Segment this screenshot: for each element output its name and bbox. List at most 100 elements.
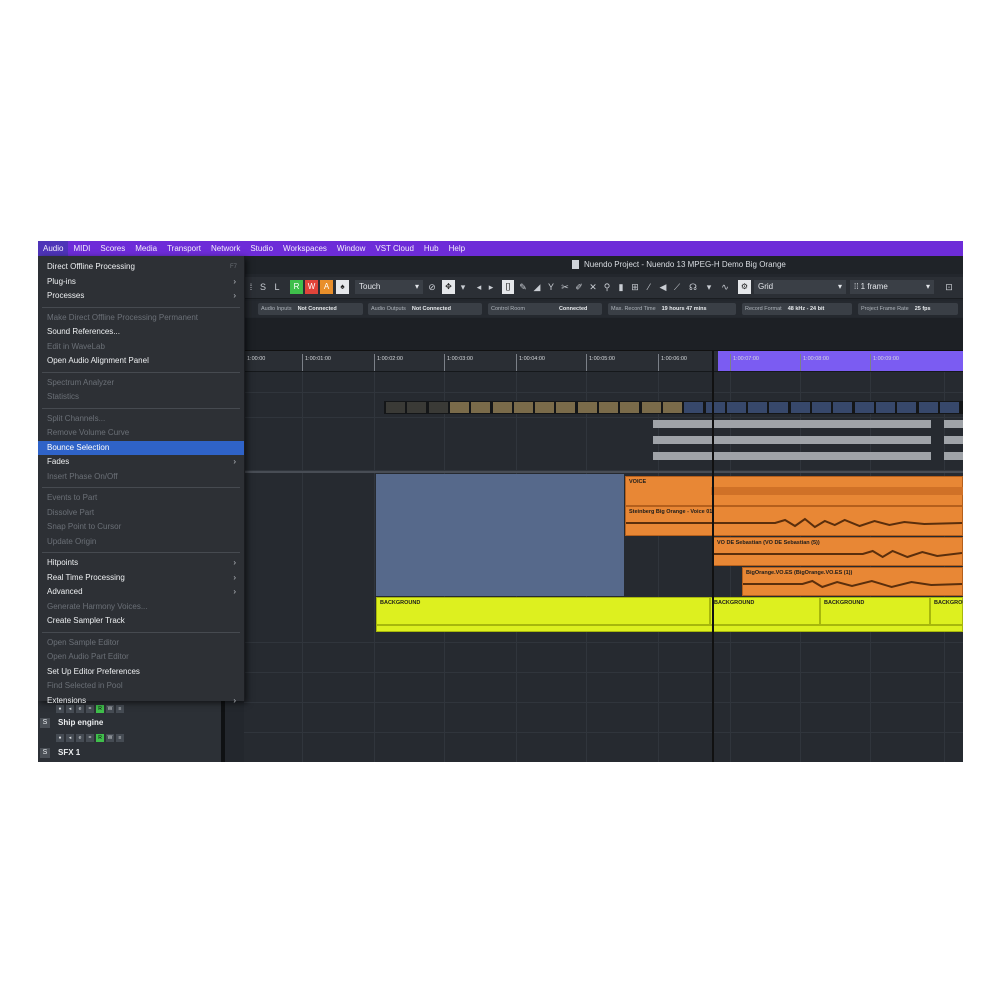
menu-vst-cloud[interactable]: VST Cloud	[370, 241, 419, 256]
folder-lane	[711, 487, 963, 495]
video-thumbnail	[620, 402, 640, 413]
video-thumbnail	[556, 402, 576, 413]
listen-icon[interactable]: L	[272, 281, 282, 293]
menu-item-sound-references[interactable]: Sound References...	[38, 325, 244, 339]
automation-icon[interactable]: ♠	[336, 280, 349, 294]
menu-studio[interactable]: Studio	[245, 241, 278, 256]
audio-event[interactable]: Steinberg Big Orange - Voice 01	[625, 506, 963, 536]
zoom-icon[interactable]: ⚲	[602, 281, 612, 293]
audio-event-lane[interactable]	[376, 625, 963, 632]
lanes-icon[interactable]: =	[86, 733, 94, 742]
read-button[interactable]: R	[96, 733, 104, 742]
audio-outputs-status[interactable]: Audio Outputs Not Connected	[368, 303, 482, 315]
audio-event[interactable]: BACKGROUND	[820, 597, 930, 625]
menu-item-extensions[interactable]: Extensions ›	[38, 694, 244, 708]
menu-item-fades[interactable]: Fades ›	[38, 455, 244, 469]
menu-media[interactable]: Media	[130, 241, 162, 256]
menu-item-bounce-selection[interactable]: Bounce Selection	[38, 440, 244, 455]
warp-icon[interactable]: ⟋	[672, 281, 682, 293]
menu-item-set-up-editor-preferences[interactable]: Set Up Editor Preferences	[38, 665, 244, 679]
timeline-ruler[interactable]: 1:00:00 1:00:01:00 1:00:02:00 1:00:03:00 1:0…	[244, 351, 963, 372]
menu-item-insert-phase-on-off: Insert Phase On/Off	[38, 470, 244, 484]
snap-toggle-icon[interactable]: ⚙	[738, 280, 751, 294]
range-tool-icon[interactable]: []	[502, 280, 514, 294]
solo-button[interactable]: S	[40, 718, 50, 728]
suspend-icon[interactable]: ⊘	[427, 281, 437, 293]
audio-event[interactable]: BACKGROUND	[930, 597, 963, 625]
menu-item-create-sampler-track[interactable]: Create Sampler Track	[38, 614, 244, 628]
menu-network[interactable]: Network	[206, 241, 245, 256]
range-selection[interactable]	[376, 474, 624, 596]
grid-icon[interactable]: ⁞	[246, 281, 256, 293]
brush-icon[interactable]: ✐	[574, 281, 584, 293]
menu-help[interactable]: Help	[444, 241, 470, 256]
audio-inputs-status[interactable]: Audio Inputs Not Connected	[258, 303, 363, 315]
video-thumbnail	[748, 402, 768, 413]
object-selection-icon[interactable]: ✥	[442, 280, 455, 294]
write-button[interactable]: W	[106, 733, 114, 742]
menu-item-processes[interactable]: Processes ›	[38, 289, 244, 303]
track-list: ● ◂ e = R W ≡ S Ship engine ● ◂ e = R W …	[38, 701, 221, 762]
project-window-event-display[interactable]: VOICE Steinberg Big Orange - Voice 01 VO…	[244, 372, 963, 762]
automation-mode-select[interactable]: Touch ▾	[355, 280, 423, 294]
menu-transport[interactable]: Transport	[162, 241, 206, 256]
menu-item-plug-ins[interactable]: Plug-ins ›	[38, 275, 244, 289]
solo-button[interactable]: S	[40, 748, 50, 758]
menu-item-advanced[interactable]: Advanced ›	[38, 585, 244, 599]
speaker-icon[interactable]: ◂	[66, 733, 74, 742]
automation-bar	[944, 452, 963, 460]
menu-midi[interactable]: MIDI	[68, 241, 95, 256]
auto-button[interactable]: A	[320, 280, 333, 294]
menu-item-direct-offline-processing[interactable]: Direct Offline Processing F7	[38, 260, 244, 274]
track-name[interactable]: Ship engine	[58, 718, 103, 727]
voice-folder-part[interactable]: VOICE	[625, 476, 963, 506]
edit-icon[interactable]: e	[76, 733, 84, 742]
solo-icon[interactable]: S	[258, 281, 268, 293]
frame-rate-status[interactable]: Project Frame Rate 25 fps	[858, 303, 958, 315]
ruler-label: 1:00:06:00	[661, 356, 687, 362]
audio-event[interactable]: VO DE Sebastian (VO DE Sebastian (5))	[713, 537, 963, 566]
nuendo-window: Audio MIDI Scores Media Transport Network Stud…	[38, 241, 963, 762]
read-automation-button[interactable]: R	[290, 280, 303, 294]
step-left-icon[interactable]: ◂	[474, 281, 484, 293]
menu-window[interactable]: Window	[332, 241, 370, 256]
menu-scores[interactable]: Scores	[95, 241, 130, 256]
line-tool-icon[interactable]: ⊞	[630, 281, 640, 293]
comp-icon[interactable]: ▮	[616, 281, 626, 293]
track-name[interactable]: SFX 1	[58, 748, 80, 757]
max-record-status[interactable]: Max. Record Time 19 hours 47 mins	[608, 303, 736, 315]
control-room-status[interactable]: Control Room Connected	[488, 303, 602, 315]
status-line: Audio Inputs Not Connected Audio Outputs N…	[244, 301, 963, 317]
monitor-icon[interactable]: ●	[56, 733, 64, 742]
chevron-down-icon[interactable]: ▾	[704, 281, 714, 293]
chevron-down-icon[interactable]: ▾	[458, 281, 468, 293]
pencil-icon[interactable]: ✎	[518, 281, 528, 293]
project-cursor[interactable]	[712, 351, 714, 762]
snap-wave-icon[interactable]: ∿	[720, 281, 730, 293]
record-format-status[interactable]: Record Format 48 kHz - 24 bit	[742, 303, 852, 315]
speaker-icon[interactable]: ☊	[688, 281, 698, 293]
menu-audio[interactable]: Audio	[38, 241, 69, 256]
quantize-icon[interactable]: ⊡	[944, 281, 954, 293]
menu-item-real-time-processing[interactable]: Real Time Processing ›	[38, 571, 244, 585]
menu-hub[interactable]: Hub	[419, 241, 444, 256]
menu-item-hitpoints[interactable]: Hitpoints ›	[38, 556, 244, 570]
audio-event[interactable]: BACKGROUND	[376, 597, 710, 625]
audio-event[interactable]: BigOrange.VO.ES (BigOrange.VO.ES (1))	[742, 567, 963, 596]
play-tool-icon[interactable]: ◀	[658, 281, 668, 293]
glue-icon[interactable]: Y	[546, 281, 556, 293]
snap-type-select[interactable]: Grid ▾	[754, 280, 846, 294]
audio-event[interactable]: BACKGROUND	[710, 597, 820, 625]
write-automation-button[interactable]: W	[305, 280, 318, 294]
menu-item-open-audio-alignment-panel[interactable]: Open Audio Alignment Panel	[38, 354, 244, 368]
draw-line-icon[interactable]: ⁄	[644, 281, 654, 293]
step-right-icon[interactable]: ▸	[486, 281, 496, 293]
menu-workspaces[interactable]: Workspaces	[278, 241, 332, 256]
scissors-icon[interactable]: ✂	[560, 281, 570, 293]
menu-icon[interactable]: ≡	[116, 733, 124, 742]
video-track-thumbnails[interactable]	[384, 401, 963, 414]
track-list-divider[interactable]	[221, 701, 225, 762]
eraser-icon[interactable]: ◢	[532, 281, 542, 293]
mute-tool-icon[interactable]: ✕	[588, 281, 598, 293]
quantize-select[interactable]: ⁞⁞ 1 frame ▾	[850, 280, 934, 294]
